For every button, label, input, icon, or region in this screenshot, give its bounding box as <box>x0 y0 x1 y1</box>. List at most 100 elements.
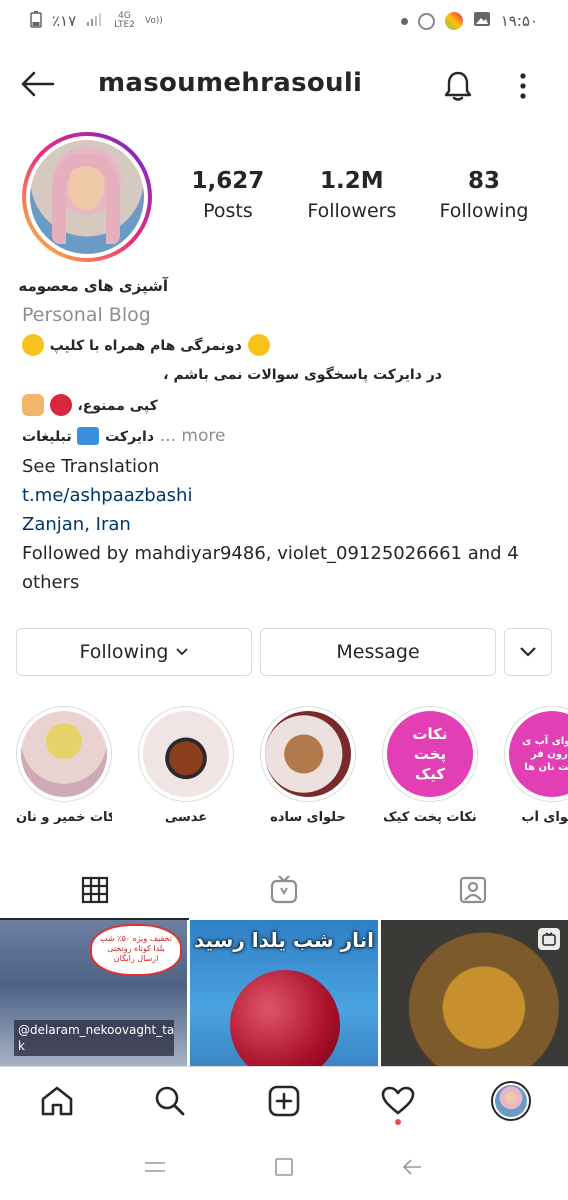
avatar-photo <box>30 140 144 254</box>
nav-create[interactable] <box>254 1071 314 1131</box>
activity-notification-dot <box>394 1118 401 1125</box>
bio-line-1-text: دونمرگی هام همراه با کلیپ <box>49 338 242 354</box>
tagged-person-icon <box>460 876 487 904</box>
nav-profile[interactable] <box>481 1071 541 1131</box>
folded-hands-icon <box>22 394 44 416</box>
followers-label: Followers <box>307 200 397 222</box>
see-translation-link[interactable]: See Translation <box>22 452 552 481</box>
no-entry-icon <box>49 394 72 416</box>
highlight-ring: نکات پخت کیک <box>382 706 478 802</box>
highlight-item[interactable]: حلوای ساده <box>260 706 356 825</box>
followed-by-text-cont[interactable]: others <box>22 568 552 597</box>
pomegranate-image <box>230 970 341 1066</box>
post-thumbnail[interactable] <box>380 920 568 1066</box>
signal-icon <box>86 11 104 31</box>
igtv-badge-icon <box>537 928 560 950</box>
followed-by-text[interactable]: Followed by mahdiyar9486, violet_0912502… <box>22 539 552 568</box>
profile-content-tabs <box>0 860 568 920</box>
post-promo-bubble: تخفیف ویژه ۵۰٪ شب یلدا کوتاه روتختی ارسا… <box>90 924 182 976</box>
highlight-item[interactable]: نکات خمیر و نان <box>16 706 112 825</box>
stat-posts[interactable]: 1,627 Posts <box>192 168 265 222</box>
highlight-cover <box>21 711 107 797</box>
highlight-ring <box>138 706 234 802</box>
profile-avatar-small <box>491 1080 532 1121</box>
dot-icon <box>400 17 408 25</box>
battery-percent: ٪۱۷ <box>52 12 77 30</box>
bio-line-2: در دایرکت پاسخگوی سوالات نمی باشم ، <box>163 367 442 383</box>
bio-line-4: دایرکت تبلیغات ... more <box>22 421 552 452</box>
smiling-face-icon <box>247 334 270 356</box>
highlight-ring <box>16 706 112 802</box>
home-system-button[interactable] <box>264 1147 304 1187</box>
bio-more-link[interactable]: ... more <box>160 426 226 446</box>
highlight-cover <box>143 711 229 797</box>
network-bottom: LTE2 <box>114 20 135 30</box>
avatar-face <box>68 166 104 210</box>
grid-icon <box>81 876 108 904</box>
message-button-label: Message <box>336 641 420 663</box>
avatar-photo-small <box>495 1084 528 1117</box>
home-square-icon <box>275 1158 293 1176</box>
profile-header: masoumehrasouli <box>0 50 568 120</box>
left-arrow-icon <box>77 427 100 445</box>
image-icon <box>473 11 491 31</box>
profile-bio: آشپزی های معصومه Personal Blog دونمرگی ه… <box>18 272 552 597</box>
highlight-cover: حلوای آب ی درون فر پخت نان ها <box>509 711 568 797</box>
following-button[interactable]: Following <box>16 628 252 676</box>
status-right: ۱۹:۵۰ <box>400 11 538 31</box>
bell-icon <box>444 71 472 101</box>
vertical-dots-icon <box>520 73 526 99</box>
plus-square-icon <box>268 1085 300 1116</box>
recent-apps-button[interactable] <box>135 1147 175 1187</box>
nav-search[interactable] <box>140 1071 200 1131</box>
back-arrow-icon <box>403 1159 422 1175</box>
network-type: 4G LTE2 <box>114 12 135 30</box>
bio-line-3-text: کپی ممنوع، <box>77 398 158 414</box>
volte-label: Vo)) <box>144 15 163 26</box>
message-button[interactable]: Message <box>260 628 496 676</box>
highlight-item[interactable]: عدسی <box>138 706 234 825</box>
highlight-item[interactable]: حلوای آب ی درون فر پخت نان ها حلوای آب <box>504 706 568 825</box>
bio-line-4-text: تبلیغات <box>22 429 72 445</box>
tab-grid[interactable] <box>0 860 190 920</box>
stat-following[interactable]: 83 Following <box>439 168 528 222</box>
highlight-label: نکات خمیر و نان <box>16 810 112 825</box>
back-system-button[interactable] <box>393 1147 433 1187</box>
status-left: ٪۱۷ 4G LTE2 Vo)) <box>30 10 163 32</box>
profile-action-buttons: Following Message <box>16 628 552 676</box>
profile-username: masoumehrasouli <box>98 68 363 98</box>
bio-line-1: دونمرگی هام همراه با کلیپ <box>22 330 552 361</box>
post-thumbnail[interactable]: انار شب یلدا رسید <box>190 920 378 1066</box>
bio-website-link[interactable]: t.me/ashpaazbashi <box>22 481 552 510</box>
tab-tagged[interactable] <box>379 860 568 920</box>
igtv-icon <box>270 875 298 904</box>
posts-grid: تخفیف ویژه ۵۰٪ شب یلدا کوتاه روتختی ارسا… <box>0 920 568 1066</box>
story-highlights: نکات خمیر و نان عدسی حلوای ساده نکات پخت… <box>0 706 568 836</box>
highlight-item[interactable]: نکات پخت کیک نکات پخت کیک <box>382 706 478 825</box>
highlight-label: حلوای ساده <box>270 810 346 825</box>
posts-label: Posts <box>203 200 253 222</box>
hugging-face-icon <box>22 334 44 356</box>
profile-avatar[interactable] <box>22 132 152 262</box>
highlight-label: حلوای آب <box>521 810 568 825</box>
bio-line-4-tail: دایرکت <box>105 429 155 445</box>
tab-igtv[interactable] <box>189 860 378 920</box>
bio-location-link[interactable]: Zanjan, Iran <box>22 510 552 539</box>
highlight-label: عدسی <box>164 810 208 825</box>
following-button-label: Following <box>79 641 169 663</box>
notifications-button[interactable] <box>438 66 478 106</box>
post-thumbnail[interactable]: تخفیف ویژه ۵۰٪ شب یلدا کوتاه روتختی ارسا… <box>0 920 188 1066</box>
nav-home[interactable] <box>27 1071 87 1131</box>
suggested-accounts-button[interactable] <box>504 628 552 676</box>
heart-icon <box>381 1086 414 1114</box>
back-button[interactable] <box>18 66 58 102</box>
following-count: 83 <box>467 168 500 194</box>
clock-time: ۱۹:۵۰ <box>500 12 538 30</box>
system-navigation-bar <box>0 1134 568 1200</box>
following-label: Following <box>439 200 529 222</box>
highlight-ring: حلوای آب ی درون فر پخت نان ها <box>504 706 568 802</box>
nav-activity[interactable] <box>368 1071 428 1131</box>
options-button[interactable] <box>506 66 540 106</box>
sync-icon <box>417 12 435 30</box>
stat-followers[interactable]: 1.2M Followers <box>307 168 396 222</box>
